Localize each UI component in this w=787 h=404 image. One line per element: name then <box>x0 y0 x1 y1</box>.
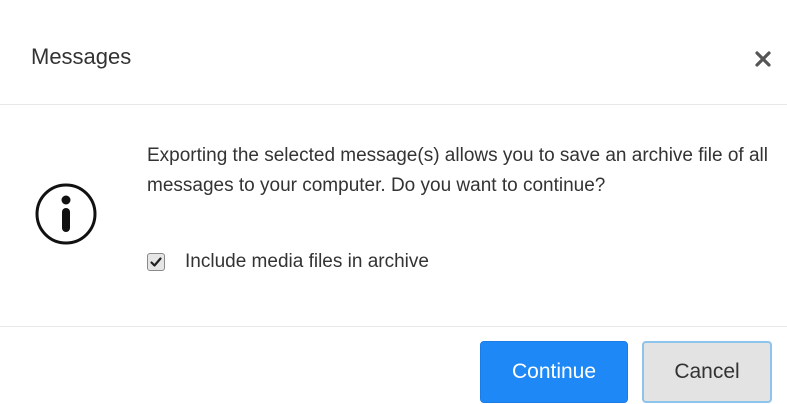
cancel-button[interactable]: Cancel <box>642 341 772 403</box>
dialog-message: Exporting the selected message(s) allows… <box>147 145 768 196</box>
include-media-checkbox[interactable] <box>147 253 165 271</box>
close-icon[interactable] <box>748 44 778 74</box>
dialog-header: Messages <box>0 0 787 105</box>
messages-dialog: Messages Exporting the selected message(… <box>0 0 787 404</box>
include-media-label: Include media files in archive <box>185 251 429 272</box>
dialog-footer: Continue Cancel <box>0 327 787 404</box>
include-media-row: Include media files in archive <box>147 248 429 276</box>
checkmark-icon <box>150 257 162 267</box>
continue-button[interactable]: Continue <box>480 341 628 403</box>
info-circle-icon <box>34 182 98 246</box>
dialog-body: Exporting the selected message(s) allows… <box>0 105 787 327</box>
dialog-title: Messages <box>31 44 132 69</box>
